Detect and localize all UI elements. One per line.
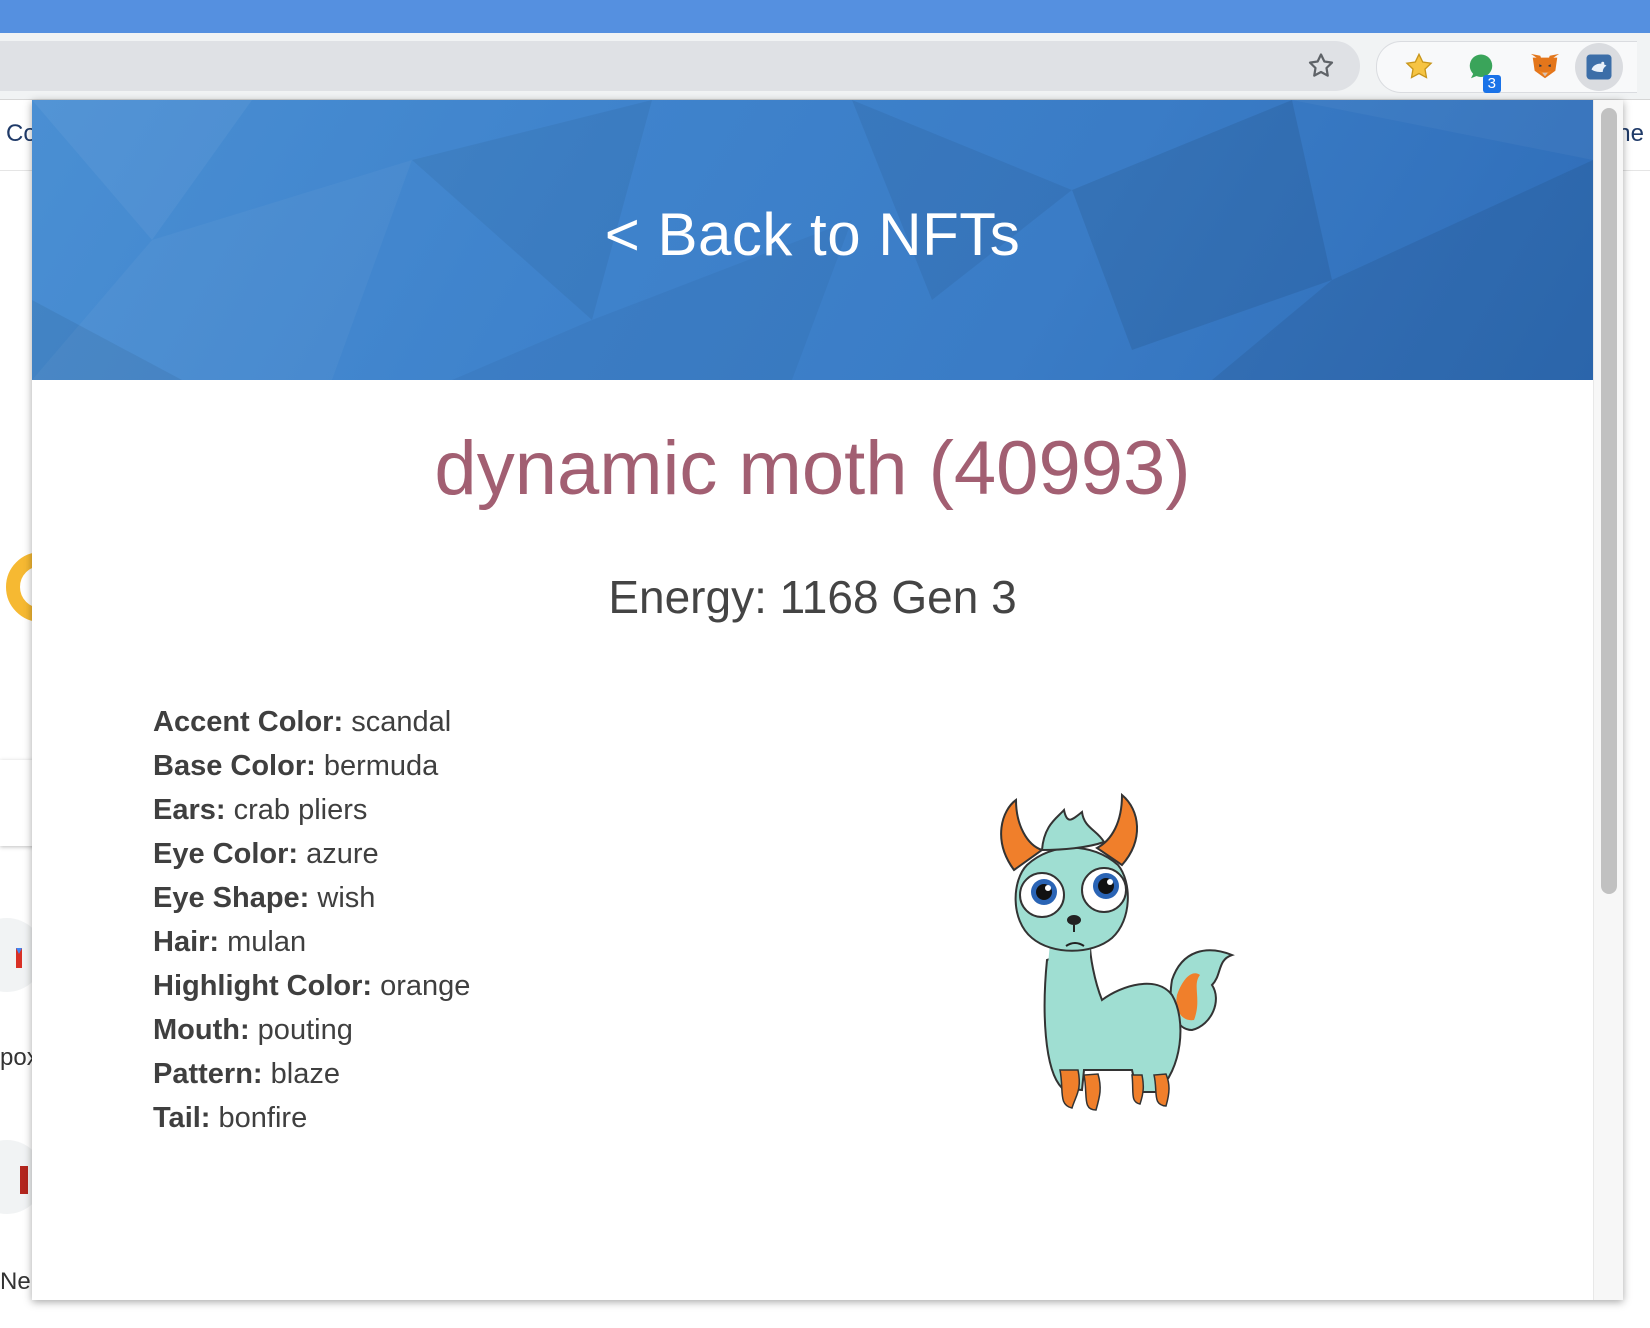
- attribute-value: pouting: [249, 1014, 353, 1046]
- attribute-row: Highlight Color: orange: [153, 964, 470, 1008]
- header-banner: < Back to NFTs: [32, 100, 1593, 380]
- attribute-value: azure: [298, 838, 379, 870]
- attribute-value: mulan: [219, 926, 307, 958]
- back-to-nfts-link[interactable]: < Back to NFTs: [32, 200, 1593, 269]
- attribute-key: Eye Shape:: [153, 882, 310, 914]
- attribute-value: crab pliers: [225, 794, 368, 826]
- popup-scrollbar-thumb[interactable]: [1601, 108, 1617, 894]
- chat-extension-icon[interactable]: 3: [1465, 51, 1501, 93]
- attribute-value: bermuda: [315, 750, 439, 782]
- attribute-key: Mouth:: [153, 1014, 250, 1046]
- attribute-row: Accent Color: scandal: [153, 700, 470, 744]
- attribute-key: Base Color:: [153, 750, 316, 782]
- attribute-value: bonfire: [210, 1102, 308, 1134]
- attribute-key: Accent Color:: [153, 706, 344, 738]
- metamask-fox-icon[interactable]: [1529, 51, 1561, 83]
- attribute-row: Pattern: blaze: [153, 1052, 470, 1096]
- attribute-row: Ears: crab pliers: [153, 788, 470, 832]
- attribute-row: Tail: bonfire: [153, 1096, 470, 1140]
- extensions-area: 3: [1376, 41, 1637, 93]
- bookmark-star-extension-icon[interactable]: [1403, 51, 1435, 83]
- attribute-value: wish: [309, 882, 376, 914]
- attribute-row: Base Color: bermuda: [153, 744, 470, 788]
- attribute-key: Highlight Color:: [153, 970, 373, 1002]
- browser-toolbar: 3: [0, 33, 1650, 100]
- attribute-key: Ears:: [153, 794, 226, 826]
- attribute-key: Pattern:: [153, 1058, 263, 1090]
- attribute-row: Eye Color: azure: [153, 832, 470, 876]
- extension-popup: < Back to NFTs dynamic moth (40993) Ener…: [32, 100, 1623, 1300]
- bookmark-star-icon[interactable]: [1306, 51, 1336, 81]
- attribute-row: Hair: mulan: [153, 920, 470, 964]
- attribute-key: Hair:: [153, 926, 220, 958]
- attribute-row: Eye Shape: wish: [153, 876, 470, 920]
- attribute-value: blaze: [262, 1058, 340, 1090]
- popup-scrollbar[interactable]: [1593, 100, 1623, 1300]
- attribute-value: orange: [372, 970, 471, 1002]
- address-bar[interactable]: [0, 41, 1360, 91]
- attribute-row: Mouth: pouting: [153, 1008, 470, 1052]
- attribute-value: scandal: [343, 706, 452, 738]
- background-app-label-2: Ne: [0, 1268, 31, 1295]
- browser-title-strip: [0, 0, 1650, 33]
- attribute-key: Tail:: [153, 1102, 211, 1134]
- nft-title: dynamic moth (40993): [434, 426, 1191, 511]
- attribute-key: Eye Color:: [153, 838, 299, 870]
- chat-extension-badge: 3: [1482, 75, 1501, 93]
- cryptokitty-image: [1000, 792, 1235, 1111]
- attribute-list: Accent Color: scandal Base Color: bermud…: [153, 700, 470, 1140]
- nft-energy-generation: Energy: 1168 Gen 3: [608, 571, 1017, 623]
- cryptokitties-extension-icon[interactable]: [1575, 43, 1623, 91]
